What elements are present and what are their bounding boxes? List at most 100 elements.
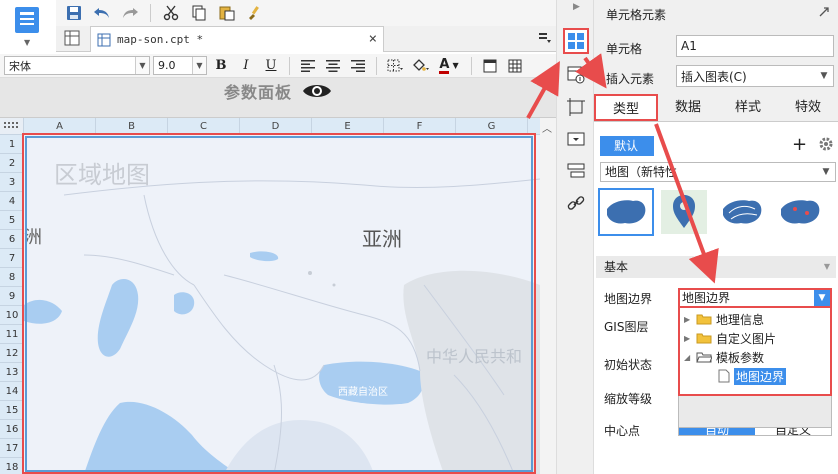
tab-menu-icon[interactable] [538, 32, 552, 44]
fill-color-icon[interactable] [409, 56, 431, 76]
europe-label-fragment: 洲 [24, 227, 42, 248]
vertical-scrollbar[interactable]: ︿ [540, 118, 556, 474]
tree-item-custom-image[interactable]: ▶ 自定义图片 [684, 329, 776, 347]
widget-frame-icon[interactable] [563, 94, 589, 120]
row-header[interactable]: 2 [0, 154, 24, 173]
row-header[interactable]: 15 [0, 401, 24, 420]
spreadsheet[interactable]: ABCDEFG 1 2 3 4 5 6 7 8 9 10 11 12 13 14 15 16 17 18 [0, 118, 540, 474]
insert-element-select[interactable]: 插入图表(C) ▼ [676, 65, 834, 87]
column-header[interactable]: E [312, 118, 384, 135]
column-header[interactable]: F [384, 118, 456, 135]
cell-field[interactable]: A1 [676, 35, 834, 57]
expand-icon[interactable] [818, 6, 830, 18]
row-header[interactable]: 3 [0, 173, 24, 192]
row-header[interactable]: 14 [0, 382, 24, 401]
border-icon[interactable] [384, 56, 406, 76]
select-all-corner[interactable] [0, 118, 24, 135]
column-header[interactable]: A [24, 118, 96, 135]
eye-icon[interactable] [302, 82, 332, 100]
cpt-file-icon [97, 33, 111, 46]
row-header[interactable]: 17 [0, 439, 24, 458]
cell-style-icon[interactable] [479, 56, 501, 76]
tree-item-label: 自定义图片 [716, 331, 777, 346]
cell-attribute-icon[interactable] [563, 62, 589, 88]
row-header[interactable]: 4 [0, 192, 24, 211]
heat-map-thumbnail[interactable] [772, 188, 828, 236]
gis-layer-label: GIS图层 [604, 320, 649, 334]
underline-button[interactable]: U [260, 56, 282, 76]
cut-icon[interactable] [159, 2, 183, 24]
format-painter-icon[interactable] [243, 2, 267, 24]
bold-button[interactable]: B [210, 56, 232, 76]
row-header[interactable]: 11 [0, 325, 24, 344]
column-header[interactable]: G [456, 118, 528, 135]
italic-button[interactable]: I [235, 56, 257, 76]
chevron-up-icon[interactable]: ︿ [542, 120, 552, 135]
template-menu[interactable]: ▼ [0, 0, 56, 54]
default-chart-button[interactable]: 默认 [600, 136, 654, 156]
main-toolbar [56, 0, 556, 26]
copy-icon[interactable] [187, 2, 211, 24]
tab-filename: map-son.cpt * [117, 33, 204, 46]
column-header[interactable]: C [168, 118, 240, 135]
column-header[interactable]: B [96, 118, 168, 135]
row-header[interactable]: 5 [0, 211, 24, 230]
tree-item-map-boundary[interactable]: 地图边界 [718, 367, 787, 385]
align-right-icon[interactable] [347, 56, 369, 76]
tree-item-label: 模板参数 [716, 350, 765, 365]
row-header[interactable]: 16 [0, 420, 24, 439]
column-header[interactable]: D [240, 118, 312, 135]
tab-map-son[interactable]: map-son.cpt * × [90, 26, 384, 52]
expand-arrow-icon[interactable]: ▶ [684, 334, 692, 343]
basic-section-header[interactable]: 基本 ▼ [596, 256, 836, 278]
tree-item-geo-info[interactable]: ▶ 地理信息 [684, 310, 764, 328]
flow-map-thumbnail[interactable] [714, 188, 770, 236]
text-color-button[interactable]: A ▼ [434, 56, 464, 76]
collapse-arrow-icon[interactable]: ▶ [573, 2, 580, 12]
column-headers: ABCDEFG [24, 118, 540, 135]
font-size-select[interactable]: 9.0 ▼ [153, 56, 207, 75]
row-header[interactable]: 8 [0, 268, 24, 287]
row-header[interactable]: 18 [0, 458, 24, 474]
gear-icon[interactable] [818, 136, 834, 152]
tab-type[interactable]: 类型 [594, 94, 658, 121]
tab-style[interactable]: 样式 [718, 94, 778, 121]
chevron-down-icon[interactable]: ▼ [24, 38, 30, 47]
chart-type-select[interactable]: 地图（新特性 ▼ [600, 162, 836, 182]
grid-icon[interactable] [64, 30, 80, 46]
chevron-down-icon: ▼ [192, 57, 206, 74]
align-center-icon[interactable] [322, 56, 344, 76]
row-header[interactable]: 6 [0, 230, 24, 249]
cell-element-icon[interactable] [563, 28, 589, 54]
point-map-thumbnail[interactable] [656, 188, 712, 236]
collapse-arrow-icon[interactable]: ◢ [684, 353, 692, 362]
row-header[interactable]: 13 [0, 363, 24, 382]
row-header[interactable]: 1 [0, 135, 24, 154]
parameter-panel-bar[interactable]: 参数面板 [0, 78, 556, 104]
table-icon[interactable] [504, 56, 526, 76]
add-icon[interactable]: + [792, 136, 807, 154]
row-header[interactable]: 12 [0, 344, 24, 363]
hyperlink-icon[interactable] [563, 190, 589, 216]
dropdown-widget-icon[interactable] [563, 126, 589, 152]
font-size-value: 9.0 [158, 59, 176, 72]
condition-attribute-icon[interactable] [563, 158, 589, 184]
row-header[interactable]: 10 [0, 306, 24, 325]
undo-icon[interactable] [90, 2, 114, 24]
tree-item-template-params[interactable]: ◢ 模板参数 [684, 348, 764, 366]
paste-icon[interactable] [215, 2, 239, 24]
region-map-thumbnail[interactable] [598, 188, 654, 236]
font-family-select[interactable]: 宋体 ▼ [4, 56, 150, 75]
save-icon[interactable] [62, 2, 86, 24]
tab-data[interactable]: 数据 [658, 94, 718, 121]
redo-icon[interactable] [118, 2, 142, 24]
toolbar-divider [471, 56, 472, 75]
row-header[interactable]: 7 [0, 249, 24, 268]
map-chart[interactable]: 区域地图 亚洲 中华人民共和 西藏自治区 洲 [24, 135, 540, 474]
map-boundary-select[interactable]: 地图边界 ▼ [678, 288, 832, 308]
row-header[interactable]: 9 [0, 287, 24, 306]
tab-effects[interactable]: 特效 [778, 94, 838, 121]
close-icon[interactable]: × [369, 31, 377, 47]
expand-arrow-icon[interactable]: ▶ [684, 315, 692, 324]
align-left-icon[interactable] [297, 56, 319, 76]
